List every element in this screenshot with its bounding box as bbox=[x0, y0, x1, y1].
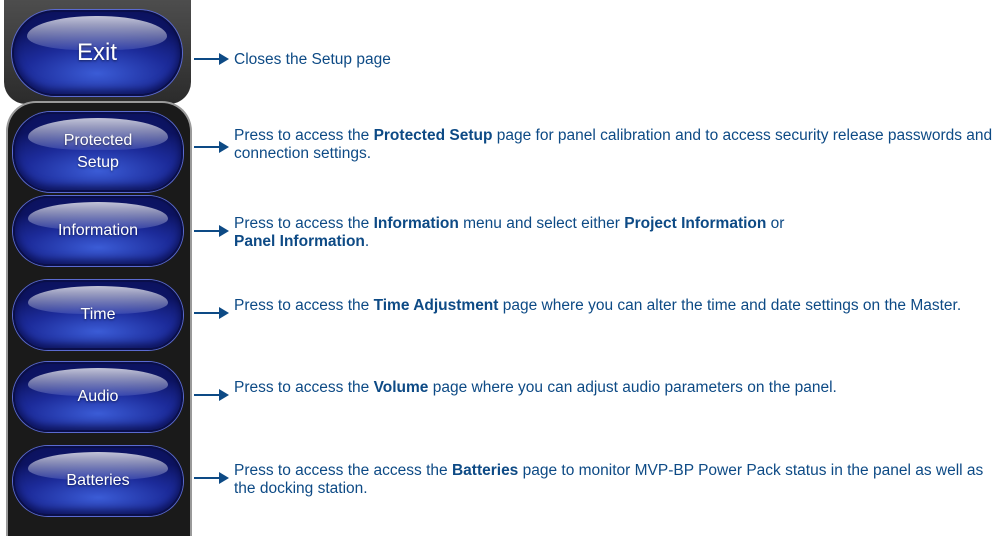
information-description: Press to access the Information menu and… bbox=[234, 215, 1004, 251]
arrow-right-icon bbox=[194, 141, 229, 153]
time-button[interactable]: Time bbox=[13, 280, 183, 350]
protected-setup-description: Press to access the Protected Setup page… bbox=[234, 127, 1004, 163]
audio-description: Press to access the Volume page where yo… bbox=[234, 379, 1004, 397]
protected-setup-button[interactable]: Protected Setup bbox=[13, 112, 183, 192]
time-button-label: Time bbox=[80, 306, 116, 323]
desc-text: Press to access the bbox=[234, 297, 374, 314]
exit-button-label: Exit bbox=[76, 39, 117, 66]
batteries-button[interactable]: Batteries bbox=[13, 446, 183, 516]
desc-text: Press to access the bbox=[234, 215, 374, 232]
arrow-right-icon bbox=[194, 472, 229, 484]
desc-text: or bbox=[766, 215, 785, 232]
exit-description-text: Closes the Setup page bbox=[234, 51, 391, 68]
batteries-button-label: Batteries bbox=[66, 472, 130, 489]
exit-description: Closes the Setup page bbox=[234, 51, 1004, 69]
arrow-right-icon bbox=[194, 225, 229, 237]
exit-button[interactable]: Exit bbox=[12, 10, 182, 96]
desc-text: Press to access the bbox=[234, 379, 374, 396]
desc-bold: Panel Information bbox=[234, 233, 365, 250]
desc-bold: Time Adjustment bbox=[373, 297, 499, 314]
arrow-right-icon bbox=[194, 53, 229, 65]
protected-setup-label-line1: Protected bbox=[63, 132, 133, 149]
desc-text: Press to access the bbox=[234, 127, 374, 144]
information-button-label: Information bbox=[57, 222, 139, 239]
protected-setup-label-line2: Setup bbox=[77, 154, 119, 171]
batteries-description: Press to access the access the Batteries… bbox=[234, 462, 1004, 498]
arrow-right-icon bbox=[194, 389, 229, 401]
desc-text: page where you can adjust audio paramete… bbox=[428, 379, 837, 396]
desc-text: Press to access the access the bbox=[234, 462, 452, 479]
arrow-right-icon bbox=[194, 307, 229, 319]
desc-bold: Information bbox=[373, 215, 459, 232]
desc-text: menu and select either bbox=[458, 215, 625, 232]
desc-bold: Project Information bbox=[624, 215, 767, 232]
desc-bold: Batteries bbox=[451, 462, 519, 479]
desc-text: . bbox=[364, 233, 370, 250]
desc-text: page where you can alter the time and da… bbox=[498, 297, 962, 314]
desc-bold: Volume bbox=[373, 379, 429, 396]
information-button[interactable]: Information bbox=[13, 196, 183, 266]
desc-bold: Protected Setup bbox=[373, 127, 493, 144]
time-description: Press to access the Time Adjustment page… bbox=[234, 297, 1004, 315]
audio-button[interactable]: Audio bbox=[13, 362, 183, 432]
audio-button-label: Audio bbox=[77, 388, 119, 405]
